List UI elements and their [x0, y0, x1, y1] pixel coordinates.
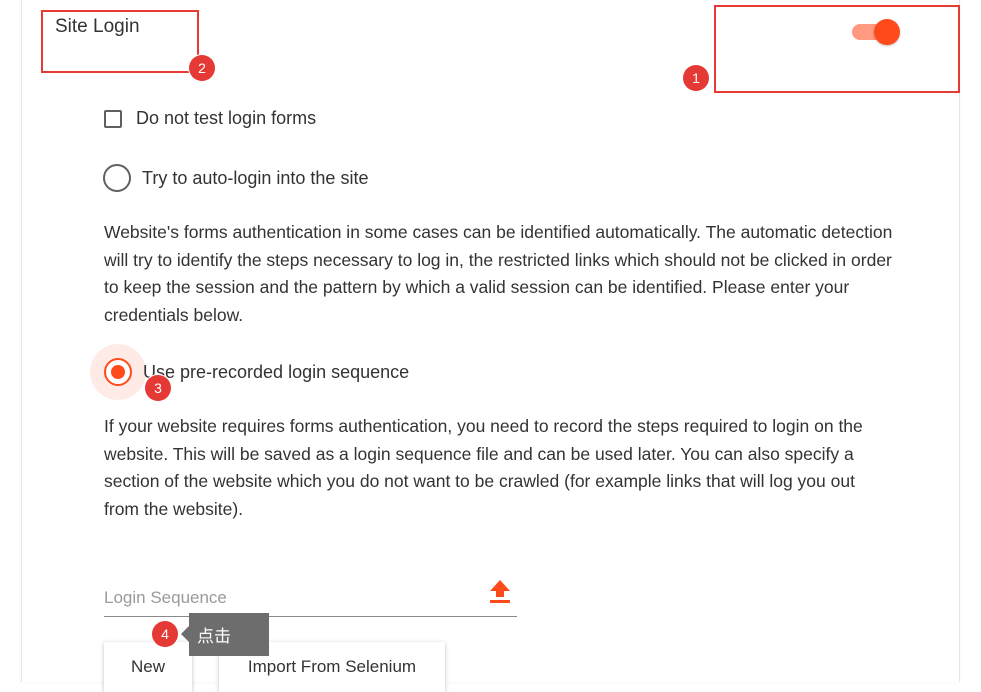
new-button[interactable]: New — [104, 642, 192, 692]
login-sequence-field[interactable]: Login Sequence — [104, 580, 517, 617]
annotation-box-title — [41, 10, 199, 73]
auto-login-description: Website's forms authentication in some c… — [104, 222, 893, 325]
prerecorded-description: If your website requires forms authentic… — [104, 416, 863, 519]
option-do-not-test-label: Do not test login forms — [136, 108, 317, 128]
radio-auto-login[interactable] — [103, 164, 131, 192]
checkbox-do-not-test[interactable] — [104, 109, 122, 128]
option-do-not-test[interactable]: Do not test login forms — [104, 108, 316, 129]
annotation-badge-3: 3 — [145, 375, 171, 401]
upload-icon[interactable] — [489, 580, 511, 604]
option-auto-login-label: Try to auto-login into the site — [142, 167, 369, 188]
annotation-box-toggle — [714, 5, 960, 93]
option-auto-login[interactable]: Try to auto-login into the site — [103, 164, 368, 192]
annotation-badge-2: 2 — [189, 55, 215, 81]
option-prerecorded-label: Use pre-recorded login sequence — [143, 361, 410, 382]
login-sequence-placeholder: Login Sequence — [104, 588, 227, 607]
annotation-badge-1: 1 — [683, 65, 709, 91]
click-tooltip: 点击 — [181, 613, 269, 656]
radio-prerecorded[interactable] — [104, 358, 132, 386]
annotation-badge-4: 4 — [152, 621, 178, 647]
